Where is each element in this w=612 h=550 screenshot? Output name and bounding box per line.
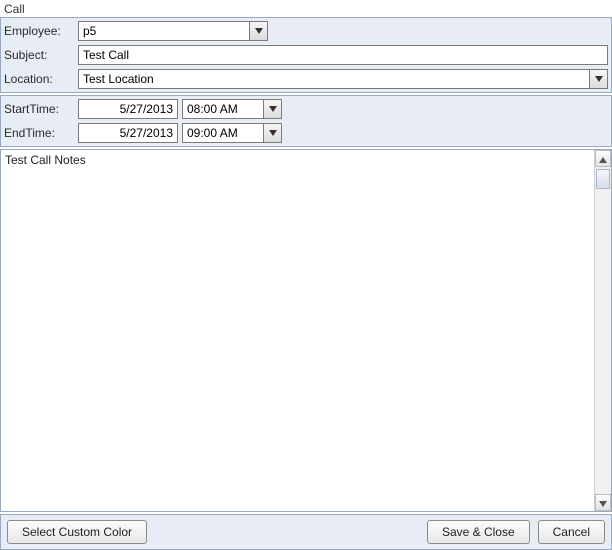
select-custom-color-button[interactable]: Select Custom Color — [7, 520, 147, 544]
end-label: EndTime: — [4, 126, 74, 140]
employee-row: Employee: — [4, 20, 608, 42]
save-close-button[interactable]: Save & Close — [427, 520, 530, 544]
chevron-up-icon — [599, 152, 607, 166]
scroll-down-button[interactable] — [595, 494, 611, 511]
start-time-input[interactable] — [183, 100, 263, 118]
notes-scrollbar[interactable] — [594, 150, 611, 511]
start-row: StartTime: — [4, 98, 608, 120]
employee-label: Employee: — [4, 24, 74, 38]
chevron-down-icon — [269, 106, 277, 112]
location-input[interactable] — [79, 70, 589, 88]
chevron-down-icon — [255, 28, 263, 34]
subject-label: Subject: — [4, 48, 74, 62]
window-title: Call — [0, 0, 612, 17]
end-time-combo[interactable] — [182, 123, 282, 143]
chevron-down-icon — [599, 496, 607, 510]
chevron-down-icon — [269, 130, 277, 136]
basic-info-section: Employee: Subject: Location: — [0, 17, 612, 93]
start-label: StartTime: — [4, 102, 74, 116]
start-time-dropdown-button[interactable] — [263, 100, 281, 118]
footer-bar: Select Custom Color Save & Close Cancel — [0, 514, 612, 550]
location-row: Location: — [4, 68, 608, 90]
scroll-up-button[interactable] — [595, 150, 611, 167]
cancel-button[interactable]: Cancel — [538, 520, 605, 544]
location-label: Location: — [4, 72, 74, 86]
time-section: StartTime: EndTime: — [0, 95, 612, 147]
call-dialog: Call Employee: Subject: Location: — [0, 0, 612, 550]
employee-dropdown-button[interactable] — [249, 22, 267, 40]
notes-panel — [0, 149, 612, 512]
notes-textarea[interactable] — [1, 150, 594, 511]
end-date-input[interactable] — [78, 123, 178, 143]
start-date-input[interactable] — [78, 99, 178, 119]
chevron-down-icon — [595, 76, 603, 82]
start-time-combo[interactable] — [182, 99, 282, 119]
end-row: EndTime: — [4, 122, 608, 144]
subject-row: Subject: — [4, 44, 608, 66]
end-time-input[interactable] — [183, 124, 263, 142]
location-dropdown-button[interactable] — [589, 70, 607, 88]
employee-combo[interactable] — [78, 21, 268, 41]
scroll-track[interactable] — [595, 167, 611, 494]
end-time-dropdown-button[interactable] — [263, 124, 281, 142]
location-combo[interactable] — [78, 69, 608, 89]
employee-input[interactable] — [79, 22, 249, 40]
subject-input[interactable] — [78, 45, 608, 65]
scroll-thumb[interactable] — [596, 169, 610, 189]
